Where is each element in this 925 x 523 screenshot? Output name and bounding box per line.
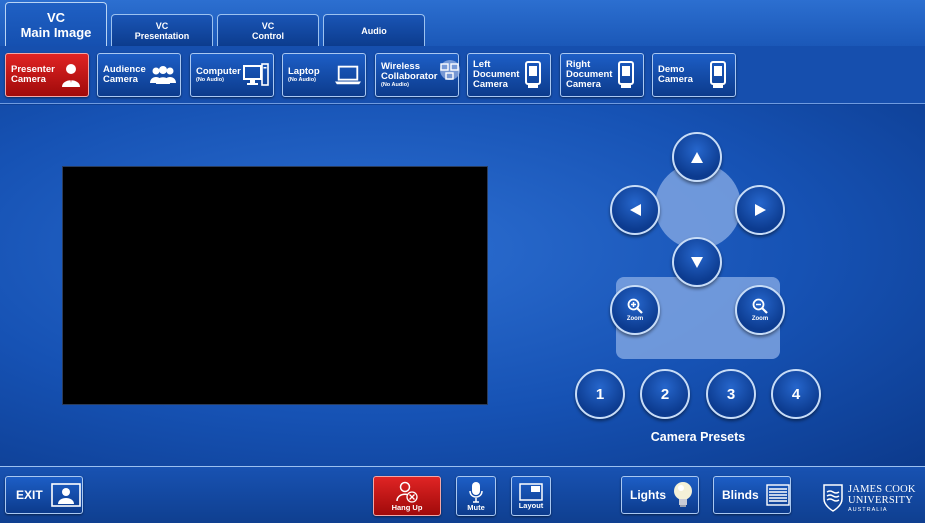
source-left-document-camera[interactable]: Left Document Camera bbox=[467, 53, 551, 97]
source-sublabel: (No Audio) bbox=[196, 76, 224, 83]
document-camera-icon bbox=[520, 60, 546, 90]
tab-line2: Control bbox=[252, 30, 284, 41]
source-laptop[interactable]: Laptop (No Audio) bbox=[282, 53, 366, 97]
university-logo: JAMES COOK UNIVERSITY AUSTRALIA bbox=[822, 478, 920, 518]
mute-button[interactable]: Mute bbox=[456, 476, 496, 516]
laptop-icon bbox=[335, 60, 361, 90]
computer-icon bbox=[243, 60, 269, 90]
light-bulb-icon bbox=[674, 482, 692, 507]
lights-label: Lights bbox=[630, 488, 666, 502]
source-label: Wireless Collaborator bbox=[381, 60, 438, 82]
audience-icon bbox=[150, 60, 176, 90]
source-bar: Presenter Camera Audience Camera Compute… bbox=[0, 46, 925, 104]
blinds-button[interactable]: Blinds bbox=[713, 476, 791, 514]
source-presenter-camera[interactable]: Presenter Camera bbox=[5, 53, 89, 97]
layout-button[interactable]: Layout bbox=[511, 476, 551, 516]
exit-label: EXIT bbox=[16, 488, 43, 502]
layout-icon bbox=[519, 482, 543, 501]
zoom-out-icon bbox=[752, 298, 768, 314]
document-camera-icon bbox=[705, 60, 731, 90]
tab-audio[interactable]: Audio bbox=[323, 14, 425, 46]
mute-label: Mute bbox=[467, 502, 485, 512]
exit-presenter-icon bbox=[50, 483, 81, 507]
lights-button[interactable]: Lights bbox=[621, 476, 699, 514]
zoom-in-button[interactable]: Zoom bbox=[610, 285, 660, 335]
preset-number: 2 bbox=[660, 385, 670, 403]
pan-right-button[interactable] bbox=[735, 185, 785, 235]
microphone-icon bbox=[469, 481, 483, 503]
tab-vc-main-image[interactable]: VC Main Image bbox=[5, 2, 107, 46]
arrow-down-icon bbox=[691, 256, 703, 268]
source-audience-camera[interactable]: Audience Camera bbox=[97, 53, 181, 97]
source-right-document-camera[interactable]: Right Document Camera bbox=[560, 53, 644, 97]
layout-label: Layout bbox=[518, 500, 544, 510]
source-label: Audience Camera bbox=[103, 64, 146, 85]
source-label: Left Document Camera bbox=[473, 59, 520, 90]
preset-number: 1 bbox=[595, 385, 605, 403]
tab-line1: VC bbox=[261, 20, 275, 31]
arrow-left-icon bbox=[629, 204, 641, 216]
tab-line2: Main Image bbox=[20, 24, 92, 40]
tab-line1: Audio bbox=[361, 25, 387, 36]
source-label: Right Document Camera bbox=[566, 59, 613, 90]
preset-4-button[interactable]: 4 bbox=[771, 369, 821, 419]
arrow-up-icon bbox=[691, 151, 703, 163]
preset-3-button[interactable]: 3 bbox=[706, 369, 756, 419]
preset-2-button[interactable]: 2 bbox=[640, 369, 690, 419]
hang-up-icon bbox=[396, 481, 418, 503]
document-camera-icon bbox=[613, 60, 639, 90]
source-label: Demo Camera bbox=[658, 64, 693, 85]
logo-line3: AUSTRALIA bbox=[848, 506, 888, 513]
tab-bar: VC Main Image VC Presentation VC Control… bbox=[0, 0, 925, 46]
arrow-right-icon bbox=[754, 204, 766, 216]
hang-up-label: Hang Up bbox=[391, 502, 423, 512]
tab-vc-presentation[interactable]: VC Presentation bbox=[111, 14, 213, 46]
zoom-out-label: Zoom bbox=[751, 316, 769, 322]
zoom-out-button[interactable]: Zoom bbox=[735, 285, 785, 335]
source-sublabel: (No Audio) bbox=[381, 81, 409, 88]
blinds-icon bbox=[765, 484, 790, 506]
zoom-in-icon bbox=[627, 298, 643, 314]
source-label: Computer bbox=[196, 65, 241, 77]
main-panel: Zoom Zoom 1 2 3 4 Camera Presets bbox=[0, 105, 925, 466]
tab-vc-control[interactable]: VC Control bbox=[217, 14, 319, 46]
preset-1-button[interactable]: 1 bbox=[575, 369, 625, 419]
tab-line1: VC bbox=[46, 9, 66, 25]
logo-line1: JAMES COOK bbox=[848, 483, 916, 495]
university-crest-icon bbox=[823, 484, 843, 512]
wireless-icon bbox=[437, 60, 463, 90]
blinds-label: Blinds bbox=[722, 488, 759, 502]
presenter-icon bbox=[58, 60, 84, 90]
source-label: Laptop bbox=[288, 65, 320, 77]
pan-down-button[interactable] bbox=[672, 237, 722, 287]
zoom-in-label: Zoom bbox=[626, 316, 644, 322]
hang-up-button[interactable]: Hang Up bbox=[373, 476, 441, 516]
tab-line2: Presentation bbox=[134, 30, 190, 41]
source-computer[interactable]: Computer (No Audio) bbox=[190, 53, 274, 97]
video-preview bbox=[62, 166, 488, 405]
source-label: Presenter Camera bbox=[11, 64, 55, 85]
source-wireless-collaborator[interactable]: Wireless Collaborator (No Audio) bbox=[375, 53, 461, 97]
source-sublabel: (No Audio) bbox=[288, 76, 316, 83]
camera-presets-label: Camera Presets bbox=[650, 430, 746, 444]
exit-button[interactable]: EXIT bbox=[5, 476, 83, 514]
preset-number: 3 bbox=[726, 385, 736, 403]
tab-line1: VC bbox=[155, 20, 169, 31]
pan-left-button[interactable] bbox=[610, 185, 660, 235]
source-demo-camera[interactable]: Demo Camera bbox=[652, 53, 736, 97]
pan-up-button[interactable] bbox=[672, 132, 722, 182]
preset-number: 4 bbox=[791, 385, 801, 403]
logo-line2: UNIVERSITY bbox=[848, 494, 913, 506]
